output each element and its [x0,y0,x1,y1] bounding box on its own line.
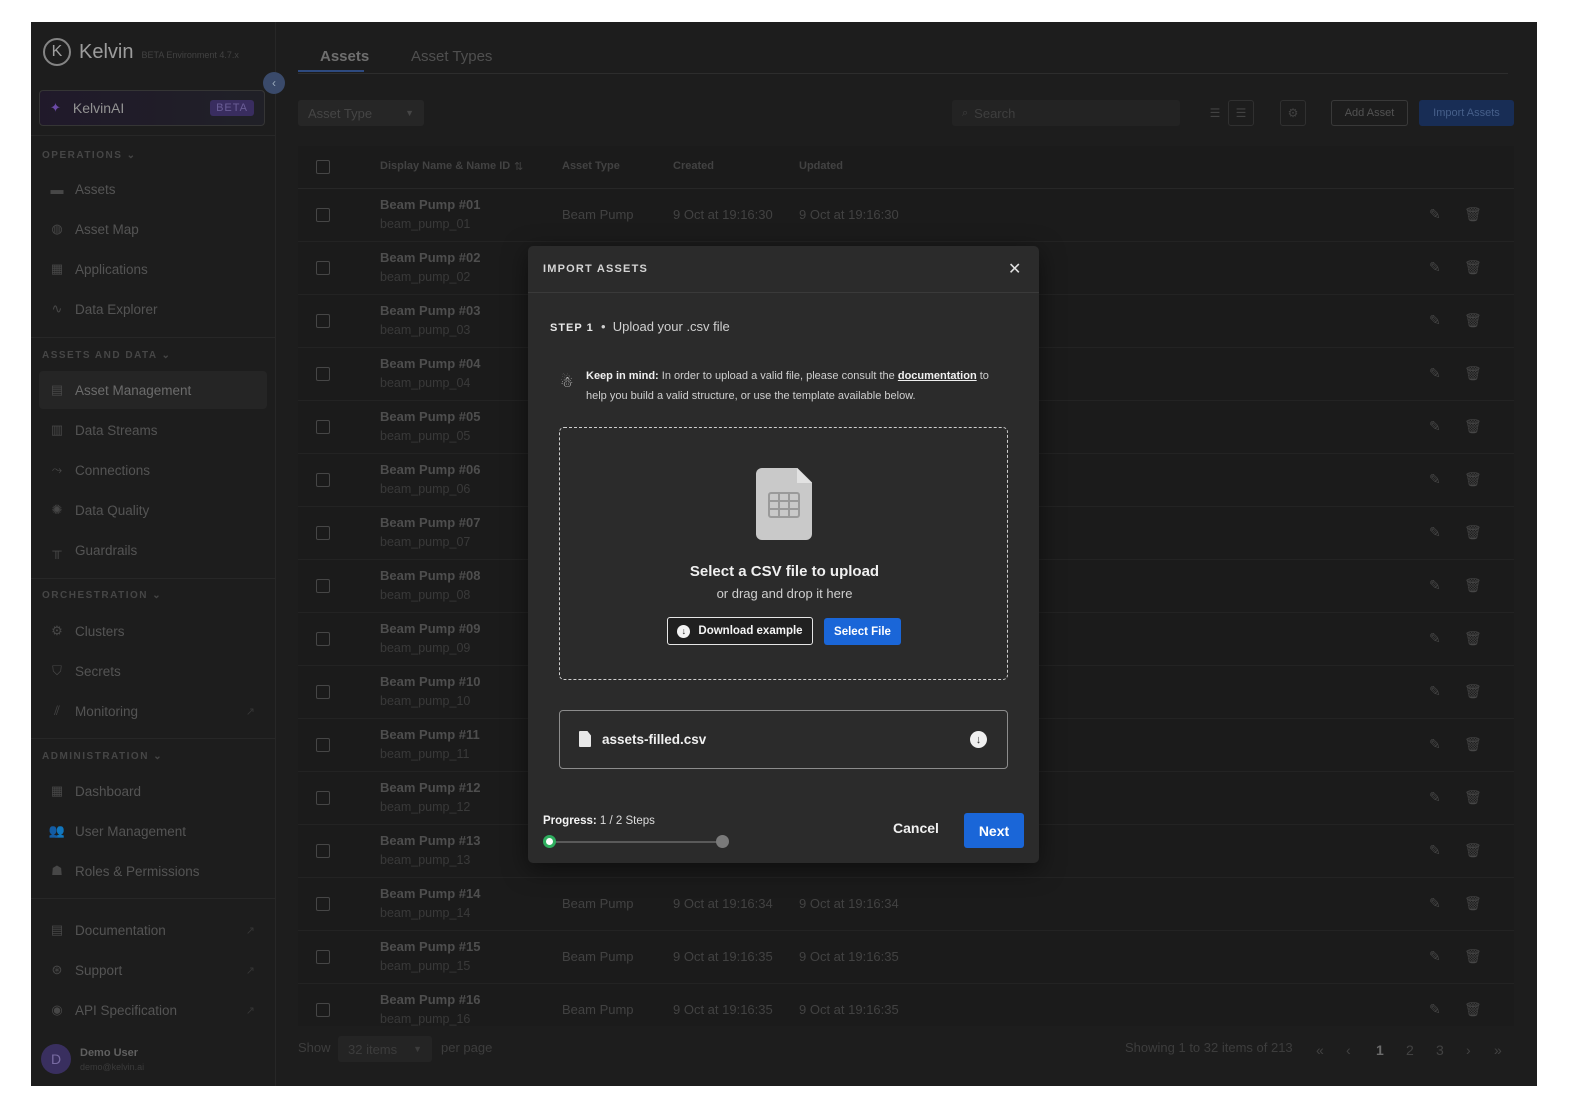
step-indicator: STEP 1 • Upload your .csv file [550,319,730,334]
close-icon[interactable]: ✕ [1008,259,1021,279]
keep-in-mind-note: Keep in mind: In order to upload a valid… [586,366,1006,406]
dropzone-title: Select a CSV file to upload [689,563,880,580]
progress-step-1-current [543,835,556,848]
progress-value: 1 / 2 Steps [599,815,655,827]
progress-label: Progress: 1 / 2 Steps [543,815,655,827]
select-file-button[interactable]: Select File [824,618,901,645]
modal-title: IMPORT ASSETS [543,263,649,275]
user-info-icon: ☃ [560,374,574,391]
next-button[interactable]: Next [964,813,1024,848]
download-icon[interactable]: ↓ [970,731,987,748]
step-dot: • [597,319,613,334]
collapse-sidebar-button[interactable]: ‹ [263,72,285,94]
download-icon: ↓ [677,624,691,638]
app-window: K Kelvin BETA Environment 4.7.x ‹ ✦ Kelv… [31,22,1537,1086]
note-text: In order to upload a valid file, please … [661,370,895,382]
step-text: Upload your .csv file [612,319,730,334]
csv-dropzone[interactable]: Select a CSV file to upload or drag and … [559,427,1008,680]
step-label: STEP 1 [550,322,594,334]
cancel-button[interactable]: Cancel [886,820,946,842]
progress-label-bold: Progress: [543,815,597,827]
modal-header: IMPORT ASSETS ✕ [528,246,1039,293]
note-bold: Keep in mind: [586,370,659,382]
download-example-label: Download example [698,625,803,637]
uploaded-file-name: assets-filled.csv [602,732,707,747]
documentation-link[interactable]: documentation [898,370,977,382]
progress-step-2 [716,835,729,848]
chevron-left-icon: ‹ [272,76,276,90]
import-assets-modal: IMPORT ASSETS ✕ STEP 1 • Upload your .cs… [528,246,1039,863]
file-icon [579,731,591,747]
file-fold-icon [797,468,812,483]
dropzone-subtitle: or drag and drop it here [716,586,853,601]
download-example-button[interactable]: ↓ Download example [667,617,813,645]
progress-track [549,841,723,843]
table-grid-icon [768,492,800,518]
uploaded-file-row: assets-filled.csv ↓ [559,710,1008,769]
